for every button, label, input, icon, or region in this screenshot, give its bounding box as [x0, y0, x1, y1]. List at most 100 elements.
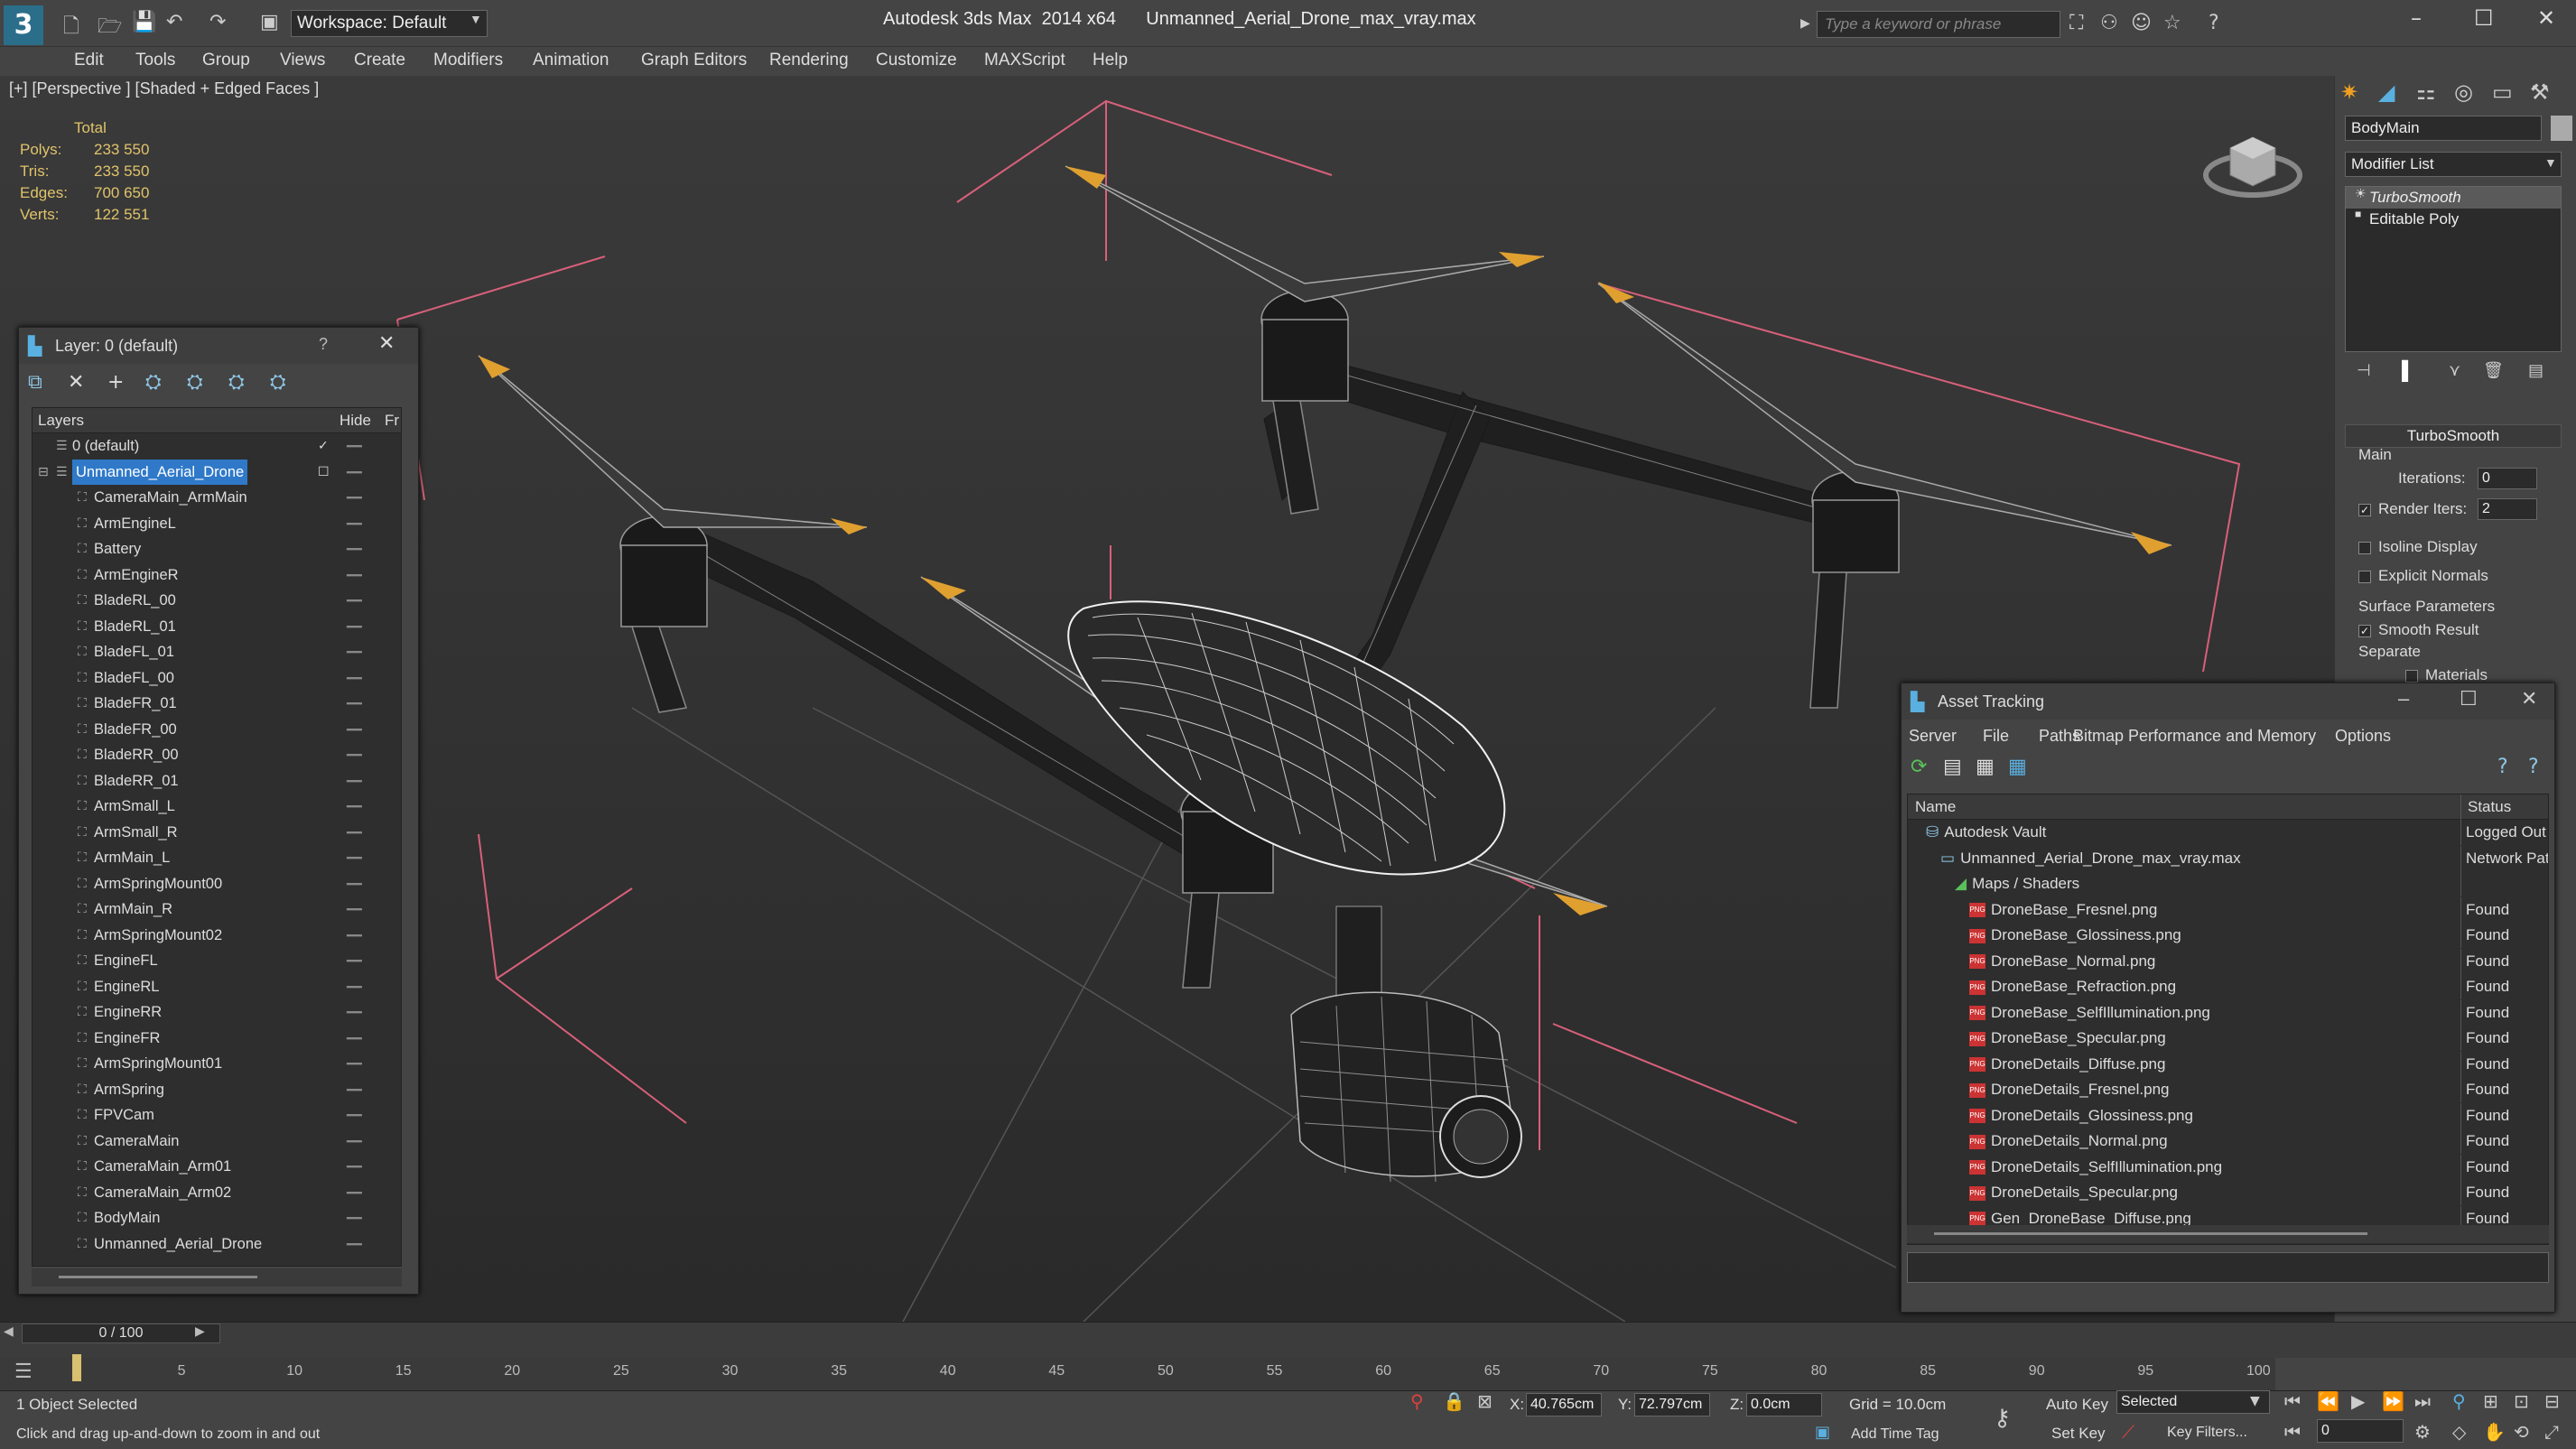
- mini-curve-editor-icon[interactable]: ☰: [14, 1360, 33, 1383]
- hide-toggle[interactable]: ━━: [347, 460, 362, 485]
- hide-toggle[interactable]: ━━: [347, 614, 362, 639]
- menu-graph-editors[interactable]: Graph Editors: [641, 51, 747, 70]
- next-frame-icon[interactable]: ▶: [195, 1324, 205, 1339]
- go-to-end-icon[interactable]: ⏭: [2414, 1390, 2431, 1412]
- hide-toggle[interactable]: ━━: [347, 1205, 362, 1231]
- close-icon[interactable]: ✕: [2521, 687, 2537, 711]
- explicit-normals-row[interactable]: Explicit Normals: [2358, 567, 2488, 585]
- y-coordinate-field[interactable]: 72.797cm: [1634, 1393, 1710, 1416]
- hide-toggle[interactable]: ━━: [347, 1102, 362, 1128]
- hide-toggle[interactable]: ━━: [347, 691, 362, 716]
- set-key-icon[interactable]: ⟋: [2122, 1421, 2134, 1443]
- materials-row[interactable]: Materials: [2405, 666, 2488, 684]
- hide-toggle[interactable]: ━━: [347, 871, 362, 896]
- favorites-icon[interactable]: ☆: [2163, 12, 2181, 34]
- key-mode-toggle-icon[interactable]: ⏮: [2284, 1421, 2301, 1443]
- hide-toggle[interactable]: ━━: [347, 794, 362, 819]
- layer-row[interactable]: ⛶ ArmMain_L ━━: [33, 845, 401, 871]
- selection-lock-icon[interactable]: 🔒: [1443, 1390, 1465, 1412]
- asset-menu-file[interactable]: File: [1983, 727, 2009, 746]
- menu-create[interactable]: Create: [354, 51, 405, 70]
- chevron-down-icon[interactable]: ▼: [470, 12, 486, 35]
- isoline-checkbox[interactable]: [2358, 541, 2371, 554]
- render-iters-checkbox[interactable]: ✓: [2358, 503, 2371, 516]
- create-tab-icon[interactable]: ✷: [2340, 79, 2358, 105]
- asset-menu-bitmap[interactable]: Bitmap Performance and Memory: [2073, 727, 2316, 746]
- refresh-icon[interactable]: ⟳: [1911, 756, 1927, 778]
- help-icon[interactable]: ?: [319, 335, 328, 354]
- expand-arrow-icon[interactable]: ▶: [1800, 16, 1810, 31]
- asset-row[interactable]: ◢ Maps / Shaders: [1908, 871, 2548, 897]
- layer-row[interactable]: ⛶ CameraMain_Arm01 ━━: [33, 1154, 401, 1180]
- select-objects-icon[interactable]: ⛭: [145, 371, 162, 394]
- open-file-icon[interactable]: 🗁: [98, 11, 122, 45]
- layer-row[interactable]: ⛶ ArmEngineL ━━: [33, 511, 401, 537]
- hide-toggle[interactable]: ━━: [347, 1180, 362, 1205]
- iterations-spinner[interactable]: 0: [2478, 468, 2537, 489]
- maximize-viewport-icon[interactable]: ⤢: [2544, 1421, 2559, 1443]
- prev-frame-icon[interactable]: ◀: [4, 1324, 14, 1339]
- asset-row[interactable]: PNG DroneBase_Specular.png Found: [1908, 1026, 2548, 1052]
- menu-tools[interactable]: Tools: [135, 51, 175, 70]
- layer-row[interactable]: ⛶ ArmSmall_R ━━: [33, 820, 401, 846]
- configure-sets-icon[interactable]: ▤: [2528, 361, 2543, 380]
- stack-item-editable-poly[interactable]: Editable Poly: [2346, 209, 2561, 230]
- hide-toggle[interactable]: ━━: [347, 742, 362, 767]
- time-slider[interactable]: 0 / 100: [22, 1324, 220, 1343]
- undo-icon[interactable]: ↶: [166, 11, 182, 33]
- help-icon[interactable]: ?: [2209, 12, 2219, 34]
- layer-row[interactable]: ⛶ ArmEngineR ━━: [33, 562, 401, 589]
- time-config-icon[interactable]: ⚙: [2414, 1421, 2431, 1443]
- layer-row[interactable]: ⛶ EngineFL ━━: [33, 948, 401, 974]
- new-file-icon[interactable]: 🗋: [63, 11, 79, 45]
- hide-toggle[interactable]: ━━: [347, 845, 362, 870]
- smooth-result-row[interactable]: ✓ Smooth Result: [2358, 621, 2479, 639]
- hide-toggle[interactable]: ━━: [347, 1077, 362, 1102]
- hide-toggle[interactable]: ━━: [347, 665, 362, 691]
- zoom-icon[interactable]: ⚲: [2452, 1390, 2466, 1412]
- pan-icon[interactable]: ✋: [2483, 1421, 2506, 1443]
- layer-row[interactable]: ⛶ BladeFR_00 ━━: [33, 717, 401, 743]
- binoculars-icon[interactable]: ⛶: [2069, 12, 2083, 34]
- asset-row[interactable]: PNG DroneDetails_Glossiness.png Found: [1908, 1102, 2548, 1129]
- layer-row[interactable]: ⛶ FPVCam ━━: [33, 1102, 401, 1129]
- hide-toggle[interactable]: ━━: [347, 768, 362, 794]
- hierarchy-tab-icon[interactable]: ⚏: [2416, 79, 2436, 105]
- delete-layer-icon[interactable]: ✕: [68, 371, 84, 394]
- hide-unhide-all-icon[interactable]: ⛭: [270, 371, 286, 394]
- key-mode-icon[interactable]: ⚷: [1994, 1405, 2011, 1432]
- orbit-icon[interactable]: ⟲: [2514, 1421, 2529, 1443]
- display-tab-icon[interactable]: ▭: [2492, 79, 2513, 105]
- hide-toggle[interactable]: ━━: [347, 948, 362, 973]
- layer-row[interactable]: ⛶ BladeRR_00 ━━: [33, 742, 401, 768]
- layer-row[interactable]: ⛶ BodyMain ━━: [33, 1205, 401, 1231]
- hide-toggle[interactable]: ━━: [347, 1129, 362, 1154]
- asset-row[interactable]: PNG DroneBase_Normal.png Found: [1908, 948, 2548, 975]
- field-of-view-icon[interactable]: ◇: [2452, 1421, 2466, 1443]
- hide-toggle[interactable]: ━━: [347, 974, 362, 999]
- explicit-normals-checkbox[interactable]: [2358, 570, 2371, 583]
- zoom-extents-icon[interactable]: ⊡: [2514, 1390, 2529, 1412]
- asset-path-field[interactable]: [1907, 1252, 2549, 1283]
- add-time-tag[interactable]: Add Time Tag: [1851, 1426, 1939, 1443]
- maximize-icon[interactable]: ☐: [2460, 687, 2478, 711]
- next-frame-icon[interactable]: ⏩: [2382, 1390, 2404, 1412]
- hide-toggle[interactable]: ━━: [347, 717, 362, 742]
- key-set-dropdown[interactable]: Selected: [2116, 1390, 2270, 1414]
- hide-toggle[interactable]: ━━: [347, 1051, 362, 1076]
- layer-row[interactable]: ☰ 0 (default) ✓ ━━: [33, 433, 401, 460]
- hide-toggle[interactable]: ━━: [347, 820, 362, 845]
- table-view-icon[interactable]: ▦: [2008, 756, 2027, 778]
- hide-toggle[interactable]: ━━: [347, 1231, 362, 1257]
- auto-key-button[interactable]: Auto Key: [2046, 1396, 2108, 1414]
- key-filters-button[interactable]: Key Filters...: [2167, 1425, 2247, 1441]
- layer-row[interactable]: ⛶ EngineRR ━━: [33, 999, 401, 1026]
- show-end-result-icon[interactable]: ▌: [2402, 361, 2414, 382]
- layer-row[interactable]: ⛶ Battery ━━: [33, 536, 401, 562]
- current-layer-check-icon[interactable]: ✓: [318, 433, 329, 459]
- object-name-field[interactable]: BodyMain: [2345, 116, 2542, 141]
- save-icon[interactable]: 💾: [132, 11, 156, 33]
- render-iters-row[interactable]: ✓ Render Iters:: [2358, 500, 2467, 518]
- play-icon[interactable]: ▶: [2351, 1390, 2365, 1412]
- set-current-layer-icon[interactable]: ⛭: [228, 371, 245, 394]
